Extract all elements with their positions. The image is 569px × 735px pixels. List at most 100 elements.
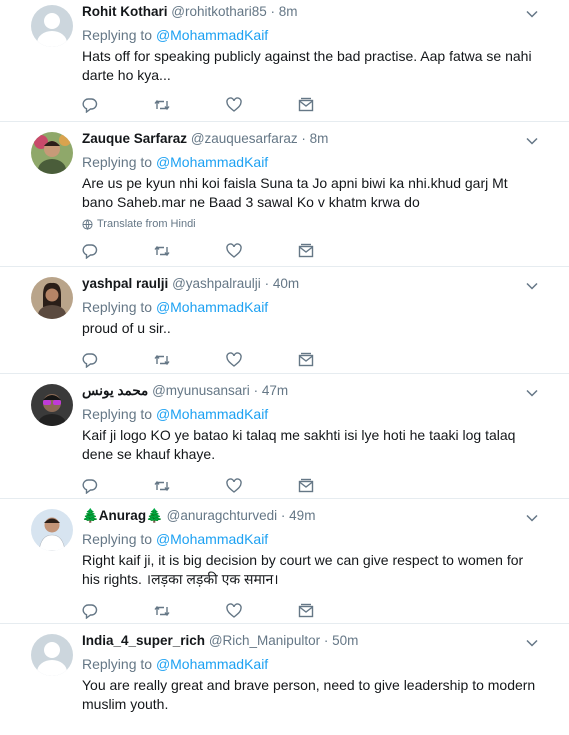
timestamp[interactable]: 8m [279, 4, 298, 19]
like-button[interactable] [226, 477, 298, 495]
reply-icon [82, 353, 98, 368]
mention-link[interactable]: @MohammadKaif [156, 406, 268, 422]
tweet-text: Right kaif ji, it is big decision by cou… [82, 552, 524, 587]
reply-icon [82, 244, 98, 259]
like-button[interactable] [226, 351, 298, 369]
dm-button[interactable] [298, 96, 370, 114]
tweet-text: Are us pe kyun nhi koi faisla Suna ta Jo… [82, 175, 508, 210]
reply-feed: Rohit Kothari @rohitkothari85 · 8m Reply… [0, 0, 569, 730]
retweet-icon [154, 605, 170, 617]
heart-icon [226, 352, 242, 367]
retweet-button[interactable] [154, 602, 226, 620]
retweet-icon [154, 354, 170, 366]
handle[interactable]: @Rich_Manipultor [209, 633, 320, 648]
tweet-header: India_4_super_rich @Rich_Manipultor · 50… [82, 633, 359, 648]
handle[interactable]: @yashpalraulji [172, 276, 261, 291]
mention-link[interactable]: @MohammadKaif [156, 299, 268, 315]
envelope-icon [298, 97, 314, 112]
reply-button[interactable] [82, 602, 154, 620]
avatar[interactable] [31, 634, 73, 676]
chevron-down-icon[interactable] [525, 386, 539, 400]
replying-to: Replying to @MohammadKaif [82, 404, 569, 424]
mention-link[interactable]: @MohammadKaif [156, 154, 268, 170]
dm-button[interactable] [298, 351, 370, 369]
reply-button[interactable] [82, 96, 154, 114]
chevron-down-icon[interactable] [525, 511, 539, 525]
replying-to: Replying to @MohammadKaif [82, 654, 569, 674]
display-name[interactable]: yashpal raulji [82, 276, 168, 291]
display-name[interactable]: 🌲Anurag🌲 [82, 508, 163, 523]
replying-to: Replying to @MohammadKaif [82, 529, 569, 549]
tweet-item[interactable]: Rohit Kothari @rohitkothari85 · 8m Reply… [0, 0, 569, 122]
reply-button[interactable] [82, 477, 154, 495]
dm-button[interactable] [298, 242, 370, 260]
tweet-header: 🌲Anurag🌲 @anuragchturvedi · 49m [82, 508, 316, 523]
handle[interactable]: @zauquesarfaraz [191, 131, 298, 146]
handle[interactable]: @myunusansari [152, 383, 250, 398]
chevron-down-icon[interactable] [525, 134, 539, 148]
tweet-text: Kaif ji logo KO ye batao ki talaq me sak… [82, 427, 516, 462]
tweet-header: Zauque Sarfaraz @zauquesarfaraz · 8m [82, 131, 329, 146]
dm-button[interactable] [298, 602, 370, 620]
dm-button[interactable] [298, 477, 370, 495]
avatar[interactable] [31, 132, 73, 174]
replying-label: Replying to [82, 406, 153, 422]
display-name[interactable]: محمد يونس [82, 383, 148, 398]
mention-link[interactable]: @MohammadKaif [156, 27, 268, 43]
chevron-down-icon[interactable] [525, 7, 539, 21]
display-name[interactable]: India_4_super_rich [82, 633, 205, 648]
reply-icon [82, 479, 98, 494]
like-button[interactable] [226, 96, 298, 114]
tweet-item[interactable]: yashpal raulji @yashpalraulji · 40m Repl… [0, 267, 569, 374]
avatar[interactable] [31, 509, 73, 551]
tweet-actions [82, 96, 569, 114]
mention-link[interactable]: @MohammadKaif [156, 531, 268, 547]
reply-button[interactable] [82, 351, 154, 369]
retweet-button[interactable] [154, 351, 226, 369]
avatar[interactable] [31, 5, 73, 47]
tweet-text: proud of u sir.. [82, 320, 171, 336]
envelope-icon [298, 603, 314, 618]
chevron-down-icon[interactable] [525, 279, 539, 293]
tweet-item[interactable]: 🌲Anurag🌲 @anuragchturvedi · 49m Replying… [0, 499, 569, 624]
globe-icon [82, 218, 93, 230]
heart-icon [226, 243, 242, 258]
tweet-actions [82, 477, 569, 495]
tweet-item[interactable]: India_4_super_rich @Rich_Manipultor · 50… [0, 624, 569, 730]
timestamp[interactable]: 50m [332, 633, 358, 648]
replying-label: Replying to [82, 299, 153, 315]
replying-to: Replying to @MohammadKaif [82, 297, 569, 317]
avatar[interactable] [31, 384, 73, 426]
heart-icon [226, 97, 242, 112]
display-name[interactable]: Rohit Kothari [82, 4, 168, 19]
display-name[interactable]: Zauque Sarfaraz [82, 131, 187, 146]
translate-link[interactable]: Translate from Hindi [82, 218, 569, 230]
tweet-header: yashpal raulji @yashpalraulji · 40m [82, 276, 300, 291]
like-button[interactable] [226, 602, 298, 620]
tweet-actions [82, 602, 569, 620]
tweet-text: Hats off for speaking publicly against t… [82, 48, 532, 83]
avatar[interactable] [31, 277, 73, 319]
replying-to: Replying to @MohammadKaif [82, 152, 569, 172]
tweet-actions [82, 242, 569, 260]
tweet-item[interactable]: محمد يونس @myunusansari · 47m Replying t… [0, 374, 569, 499]
envelope-icon [298, 352, 314, 367]
tweet-actions [82, 351, 569, 369]
retweet-icon [154, 480, 170, 492]
retweet-button[interactable] [154, 477, 226, 495]
timestamp[interactable]: 47m [262, 383, 288, 398]
timestamp[interactable]: 8m [310, 131, 329, 146]
reply-button[interactable] [82, 242, 154, 260]
like-button[interactable] [226, 242, 298, 260]
retweet-icon [154, 245, 170, 257]
mention-link[interactable]: @MohammadKaif [156, 656, 268, 672]
timestamp[interactable]: 40m [273, 276, 299, 291]
tweet-item[interactable]: Zauque Sarfaraz @zauquesarfaraz · 8m Rep… [0, 122, 569, 267]
retweet-button[interactable] [154, 242, 226, 260]
chevron-down-icon[interactable] [525, 636, 539, 650]
reply-icon [82, 604, 98, 619]
timestamp[interactable]: 49m [289, 508, 315, 523]
retweet-button[interactable] [154, 96, 226, 114]
handle[interactable]: @anuragchturvedi [167, 508, 278, 523]
handle[interactable]: @rohitkothari85 [171, 4, 267, 19]
